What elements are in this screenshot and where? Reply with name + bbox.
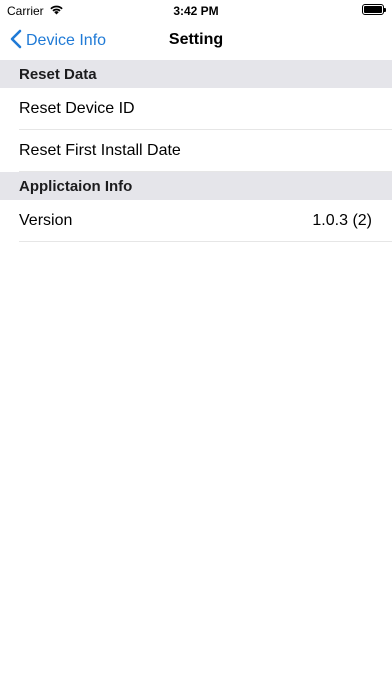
screen: Carrier 3:42 PM Device Info Setting Rese… [0, 0, 392, 696]
row-label: Version [19, 212, 73, 229]
section-header-reset-data: Reset Data [0, 60, 392, 88]
row-label: Reset First Install Date [19, 142, 181, 159]
version-value: 1.0.3 (2) [312, 212, 372, 229]
reset-first-install-date-row[interactable]: Reset First Install Date [0, 130, 392, 172]
navigation-bar: Device Info Setting [0, 22, 392, 60]
status-time: 3:42 PM [173, 4, 219, 18]
section-header-application-info: Applictaion Info [0, 172, 392, 200]
reset-device-id-row[interactable]: Reset Device ID [0, 88, 392, 130]
version-row: Version 1.0.3 (2) [0, 200, 392, 242]
row-label: Reset Device ID [19, 100, 135, 117]
status-bar: Carrier 3:42 PM [0, 0, 392, 22]
page-title: Setting [168, 31, 224, 48]
status-right [362, 4, 386, 15]
battery-icon [362, 4, 386, 15]
settings-list: Reset Data Reset Device ID Reset First I… [0, 60, 392, 242]
